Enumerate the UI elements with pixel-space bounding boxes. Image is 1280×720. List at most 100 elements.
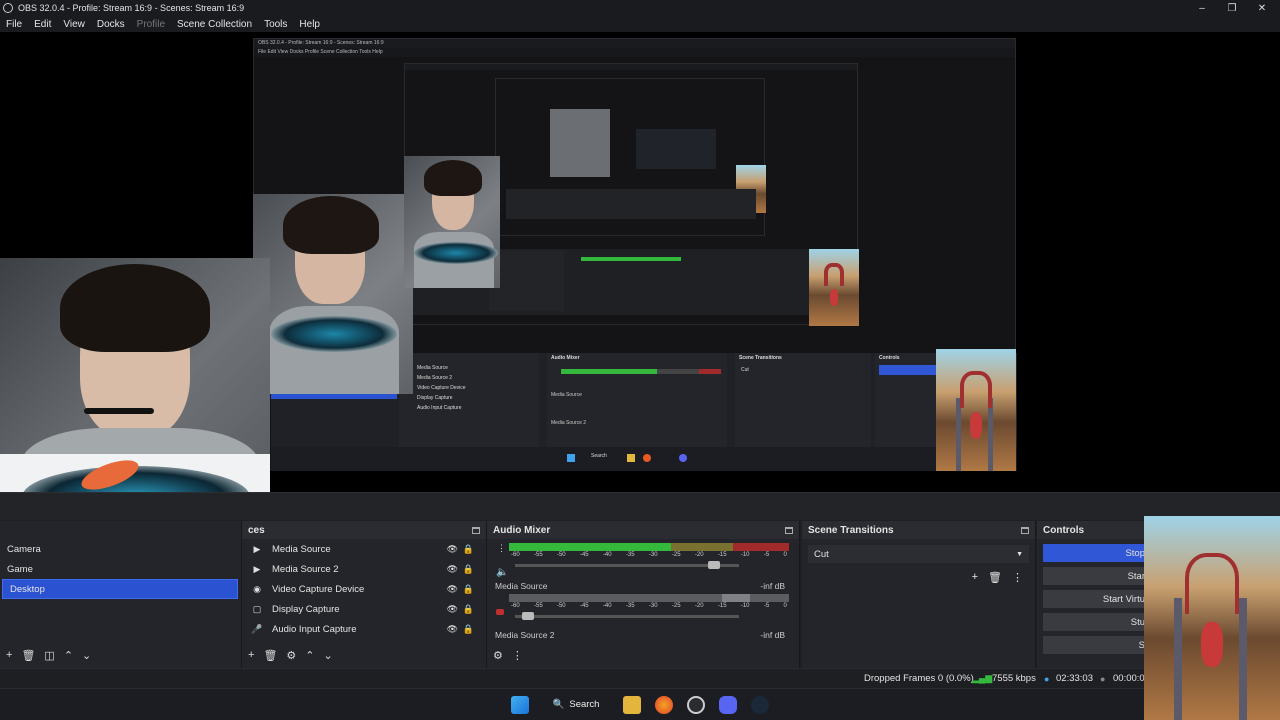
- channel-header: Media Source -inf dB: [487, 581, 799, 591]
- speaker-icon[interactable]: 🔈: [496, 567, 508, 578]
- move-down-icon[interactable]: ⌄: [324, 649, 333, 662]
- move-down-icon[interactable]: ⌄: [82, 649, 91, 662]
- search-icon: 🔍: [552, 699, 565, 710]
- source-item[interactable]: ◉ Video Capture Device 👁 🔒: [242, 579, 486, 599]
- lock-icon[interactable]: 🔒: [463, 584, 474, 595]
- lock-icon[interactable]: 🔒: [463, 604, 474, 615]
- add-scene-icon[interactable]: +: [6, 649, 12, 662]
- eye-icon[interactable]: 👁: [447, 544, 458, 555]
- nested-camera-3: [550, 109, 610, 177]
- start-recording-button[interactable]: Star: [1043, 567, 1149, 585]
- obs-taskbar-icon[interactable]: [687, 695, 706, 714]
- remove-transition-icon[interactable]: 🗑: [988, 571, 1002, 584]
- meter-warn: [671, 543, 733, 551]
- undock-icon[interactable]: [472, 526, 480, 534]
- chevron-down-icon: ▼: [1016, 550, 1023, 558]
- maximize-button[interactable]: ❐: [1217, 0, 1247, 16]
- eye-icon[interactable]: 👁: [447, 564, 458, 575]
- menu-scene-collection[interactable]: Scene Collection: [171, 19, 258, 30]
- scale-tick: -50: [556, 603, 566, 609]
- preview-canvas[interactable]: OBS 32.0.4 - Profile: Stream 16:9 - Scen…: [0, 32, 1280, 492]
- nested-game-overlay: [936, 349, 1016, 471]
- scale-tick: -20: [694, 552, 704, 558]
- scale-tick: -45: [579, 552, 589, 558]
- controls-buttons: Stop Star Start Virtu Stu S: [1037, 544, 1149, 654]
- source-item[interactable]: 🎤 Audio Input Capture 👁 🔒: [242, 619, 486, 639]
- start-icon[interactable]: [510, 695, 529, 714]
- source-label: Display Capture: [272, 603, 340, 615]
- move-up-icon[interactable]: ⌃: [64, 649, 73, 662]
- remove-scene-icon[interactable]: 🗑: [21, 649, 35, 662]
- lock-icon[interactable]: 🔒: [463, 624, 474, 635]
- close-button[interactable]: ✕: [1247, 0, 1277, 16]
- scale-tick: -55: [533, 603, 543, 609]
- menu-profile[interactable]: Profile: [131, 19, 171, 30]
- move-up-icon[interactable]: ⌃: [305, 649, 314, 662]
- source-properties-icon[interactable]: ⚙: [286, 649, 296, 662]
- scene-item-label: Game: [7, 563, 33, 575]
- volume-knob[interactable]: [707, 561, 720, 569]
- meter-scale: -60 -55 -50 -45 -40 -35 -30 -25 -20 -15 …: [511, 603, 787, 609]
- settings-button[interactable]: S: [1043, 636, 1149, 654]
- scenes-dock: Camera Game Desktop + 🗑 ◫ ⌃ ⌄: [0, 521, 242, 668]
- scale-tick: -30: [648, 552, 658, 558]
- add-source-icon[interactable]: +: [248, 649, 254, 662]
- start-virtual-camera-button[interactable]: Start Virtu: [1043, 590, 1149, 608]
- lock-icon[interactable]: 🔒: [463, 544, 474, 555]
- sources-dock-header: ces: [242, 521, 486, 539]
- scale-tick: -35: [625, 552, 635, 558]
- camera-capture-large: [0, 258, 270, 492]
- scene-item-game[interactable]: Game: [0, 559, 241, 579]
- advanced-audio-icon[interactable]: ⚙: [493, 649, 503, 662]
- filter-scene-icon[interactable]: ◫: [44, 649, 54, 662]
- scale-tick: -30: [648, 603, 658, 609]
- volume-knob[interactable]: [521, 612, 534, 620]
- game-capture-overlay: [1144, 516, 1280, 720]
- discord-icon[interactable]: [719, 695, 738, 714]
- lock-icon[interactable]: 🔒: [463, 564, 474, 575]
- transition-toolbar: + 🗑 ⋮: [802, 563, 1035, 584]
- controls-title: Controls: [1043, 524, 1085, 536]
- scene-item-camera[interactable]: Camera: [0, 539, 241, 559]
- remove-source-icon[interactable]: 🗑: [263, 649, 277, 662]
- source-item[interactable]: ▶ Media Source 👁 🔒: [242, 539, 486, 559]
- menu-view[interactable]: View: [57, 19, 91, 30]
- undock-icon[interactable]: [1021, 526, 1029, 534]
- taskbar-search[interactable]: 🔍 Search: [543, 695, 610, 715]
- minimize-button[interactable]: –: [1187, 0, 1217, 16]
- eye-icon[interactable]: 👁: [447, 604, 458, 615]
- eye-icon[interactable]: 👁: [447, 624, 458, 635]
- transition-select[interactable]: Cut ▼: [808, 545, 1029, 563]
- sources-toolbar: + 🗑 ⚙ ⌃ ⌄: [248, 649, 333, 662]
- camera-icon: ◉: [253, 583, 261, 594]
- scene-item-desktop[interactable]: Desktop: [2, 579, 238, 599]
- steam-icon[interactable]: [751, 695, 770, 714]
- channel-menu-icon[interactable]: ⋮: [497, 543, 506, 554]
- source-item[interactable]: ▢ Display Capture 👁 🔒: [242, 599, 486, 619]
- volume-slider[interactable]: [515, 561, 739, 569]
- source-label: Video Capture Device: [272, 583, 365, 595]
- add-transition-icon[interactable]: +: [972, 571, 978, 584]
- volume-slider[interactable]: [515, 612, 739, 620]
- menu-file[interactable]: File: [0, 19, 28, 30]
- eye-icon[interactable]: 👁: [447, 584, 458, 595]
- firefox-icon[interactable]: [655, 695, 674, 714]
- menu-docks[interactable]: Docks: [91, 19, 131, 30]
- source-item[interactable]: ▶ Media Source 2 👁 🔒: [242, 559, 486, 579]
- stop-streaming-button[interactable]: Stop: [1043, 544, 1149, 562]
- scale-tick: -45: [579, 603, 589, 609]
- file-explorer-icon[interactable]: [623, 695, 642, 714]
- menu-help[interactable]: Help: [293, 19, 326, 30]
- monitor-icon: ▢: [252, 603, 262, 614]
- undock-icon[interactable]: [785, 526, 793, 534]
- studio-mode-button[interactable]: Stu: [1043, 613, 1149, 631]
- mixer-menu-icon[interactable]: ⋮: [512, 649, 523, 662]
- source-label: Audio Input Capture: [272, 623, 357, 635]
- menu-tools[interactable]: Tools: [258, 19, 293, 30]
- window-title: OBS 32.0.4 - Profile: Stream 16:9 - Scen…: [18, 3, 245, 13]
- audio-mixer-title: Audio Mixer: [493, 524, 551, 536]
- scale-tick: 0: [783, 603, 787, 609]
- transition-menu-icon[interactable]: ⋮: [1012, 571, 1023, 584]
- menu-edit[interactable]: Edit: [28, 19, 57, 30]
- muted-speaker-icon[interactable]: [496, 609, 504, 615]
